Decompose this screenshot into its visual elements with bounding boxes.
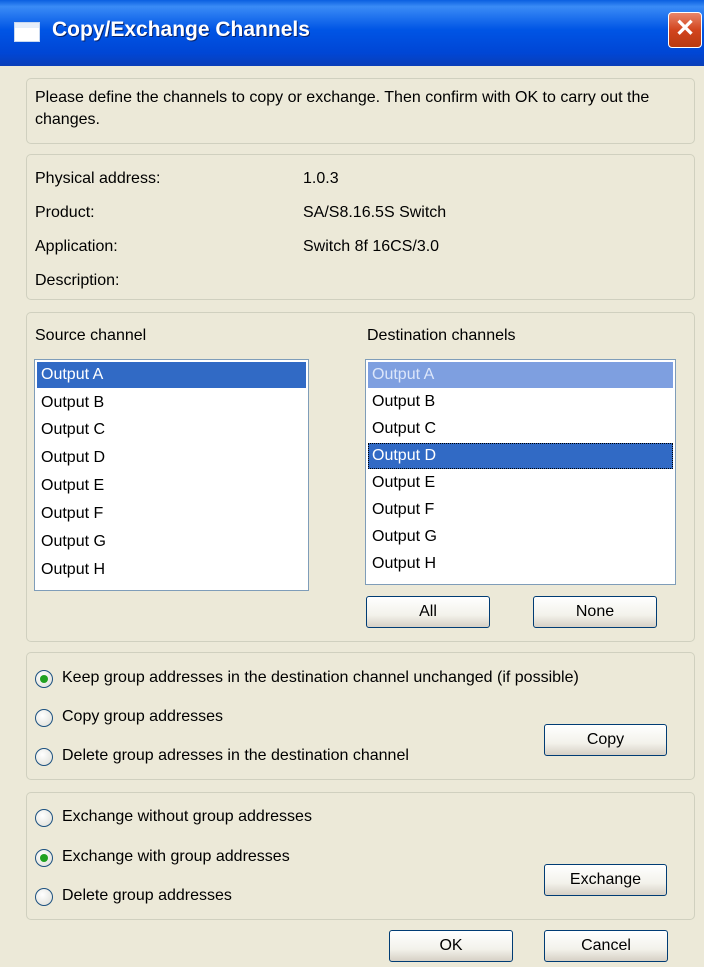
source-item-output-c[interactable]: Output C [37, 417, 306, 443]
source-item-output-g[interactable]: Output G [37, 529, 306, 555]
source-channel-label: Source channel [35, 327, 147, 344]
destination-item-output-d[interactable]: Output D [368, 443, 673, 469]
radio-button-checked[interactable] [35, 849, 53, 867]
radio-label: Exchange without group addresses [62, 808, 312, 825]
radio-button[interactable] [35, 709, 53, 727]
ok-button[interactable]: OK [389, 930, 513, 962]
destination-item-output-b[interactable]: Output B [368, 389, 673, 415]
source-item-output-a[interactable]: Output A [37, 362, 306, 388]
title-bar[interactable]: Copy/Exchange Channels ✕ [0, 0, 704, 66]
radio-label: Exchange with group addresses [62, 848, 290, 865]
physical-address-value: 1.0.3 [303, 170, 339, 187]
description-label: Description: [35, 272, 120, 289]
destination-item-output-h[interactable]: Output H [368, 551, 673, 577]
source-item-output-b[interactable]: Output B [37, 390, 306, 416]
source-item-output-h[interactable]: Output H [37, 557, 306, 583]
product-label: Product: [35, 204, 95, 221]
destination-channels-label: Destination channels [367, 327, 516, 344]
window-title: Copy/Exchange Channels [52, 18, 310, 41]
copy-button[interactable]: Copy [544, 724, 667, 756]
physical-address-label: Physical address: [35, 170, 161, 187]
source-item-output-e[interactable]: Output E [37, 473, 306, 499]
radio-button-checked[interactable] [35, 670, 53, 688]
destination-channel-list[interactable]: Output A Output B Output C Output D Outp… [365, 359, 676, 585]
source-item-output-d[interactable]: Output D [37, 445, 306, 471]
source-item-output-f[interactable]: Output F [37, 501, 306, 527]
intro-text: Please define the channels to copy or ex… [35, 89, 650, 128]
dialog-window: Copy/Exchange Channels ✕ Please define t… [0, 0, 704, 967]
intro-group: Please define the channels to copy or ex… [26, 78, 695, 144]
all-button[interactable]: All [366, 596, 490, 628]
cancel-button[interactable]: Cancel [544, 930, 668, 962]
source-channel-list[interactable]: Output A Output B Output C Output D Outp… [34, 359, 309, 591]
radio-button[interactable] [35, 748, 53, 766]
application-value: Switch 8f 16CS/3.0 [303, 238, 440, 255]
destination-item-output-f[interactable]: Output F [368, 497, 673, 523]
none-button[interactable]: None [533, 596, 657, 628]
close-icon: ✕ [674, 15, 696, 42]
radio-label: Delete group addresses [62, 887, 232, 904]
destination-item-output-e[interactable]: Output E [368, 470, 673, 496]
product-value: SA/S8.16.5S Switch [303, 204, 447, 221]
radio-label: Keep group addresses in the destination … [62, 669, 579, 686]
destination-item-output-a[interactable]: Output A [368, 362, 673, 388]
radio-label: Delete group adresses in the destination… [62, 747, 409, 764]
channels-group: Source channel Destination channels Outp… [26, 312, 695, 642]
info-group: Physical address: 1.0.3 Product: SA/S8.1… [26, 154, 695, 300]
radio-label: Copy group addresses [62, 708, 223, 725]
radio-button[interactable] [35, 888, 53, 906]
application-label: Application: [35, 238, 118, 255]
close-button[interactable]: ✕ [668, 12, 702, 48]
radio-button[interactable] [35, 809, 53, 827]
destination-item-output-c[interactable]: Output C [368, 416, 673, 442]
exchange-options-group: Exchange without group addresses Exchang… [26, 792, 695, 920]
window-icon [14, 22, 40, 42]
destination-item-output-g[interactable]: Output G [368, 524, 673, 550]
copy-options-group: Keep group addresses in the destination … [26, 652, 695, 780]
exchange-button[interactable]: Exchange [544, 864, 667, 896]
